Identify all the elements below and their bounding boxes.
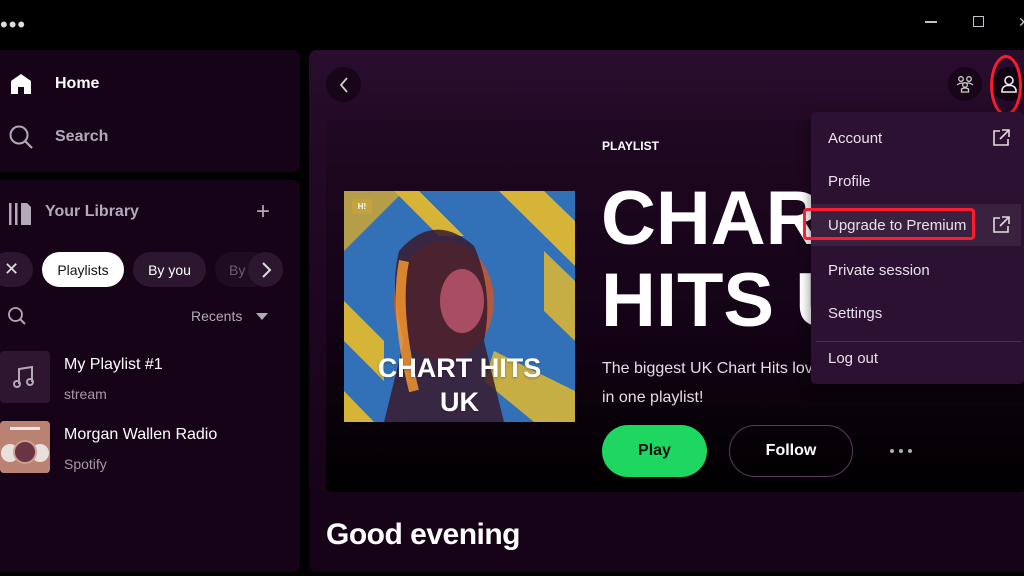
filter-chip-playlists[interactable]: Playlists: [42, 252, 124, 287]
nav-home[interactable]: Home: [8, 69, 99, 99]
dot-icon: [899, 449, 903, 453]
library-item[interactable]: Morgan Wallen Radio Spotify: [0, 421, 290, 477]
music-note-icon: [13, 365, 34, 388]
library-item-title: My Playlist #1: [64, 356, 163, 373]
dot-icon: [890, 449, 894, 453]
menu-item-label: Upgrade to Premium: [828, 216, 967, 234]
external-link-icon: [993, 216, 1010, 233]
home-icon: [8, 71, 34, 97]
menu-item-label: Private session: [828, 261, 930, 279]
menu-item-label: Settings: [828, 304, 883, 322]
library-title[interactable]: Your Library: [45, 203, 139, 221]
search-icon: [8, 124, 34, 150]
library-panel: Your Library + ✕ Playlists By you By Rec…: [0, 180, 300, 572]
follow-button[interactable]: Follow: [729, 425, 853, 477]
nav-search[interactable]: Search: [8, 122, 108, 152]
library-icon[interactable]: [8, 202, 34, 231]
playlist-cover-image: H! CHART HITS UK: [344, 191, 575, 422]
cover-badge: H!: [352, 199, 372, 214]
chevron-right-icon: [261, 261, 271, 278]
more-options-button[interactable]: [881, 438, 921, 464]
menu-item-upgrade-to-premium[interactable]: Upgrade to Premium: [803, 204, 1021, 246]
dot-icon: [908, 449, 912, 453]
back-button[interactable]: [326, 67, 361, 102]
cover-title-line1: CHART HITS: [377, 353, 542, 383]
sort-label: Recents: [191, 308, 243, 324]
nav-home-label: Home: [55, 75, 100, 92]
title-bar: ••• ✕: [0, 0, 1024, 46]
greeting-heading: Good evening: [326, 518, 521, 551]
library-item-title: Morgan Wallen Radio: [64, 426, 218, 443]
menu-item-label: Profile: [828, 172, 871, 190]
library-header: Your Library +: [8, 200, 278, 226]
filter-scroll-right-button[interactable]: [248, 252, 283, 287]
friend-activity-button[interactable]: [948, 67, 982, 101]
sort-dropdown[interactable]: Recents: [191, 308, 269, 324]
app-menu-button[interactable]: •••: [0, 14, 26, 36]
library-item[interactable]: My Playlist #1 stream: [0, 351, 290, 407]
nav-panel: Home Search: [0, 50, 300, 172]
friends-icon: [956, 76, 974, 93]
menu-item-account[interactable]: Account: [811, 117, 1021, 159]
menu-item-private-session[interactable]: Private session: [811, 249, 1021, 291]
menu-item-label: Account: [828, 129, 883, 147]
playlist-type-label: PLAYLIST: [602, 139, 659, 153]
caret-down-icon: [256, 312, 269, 320]
nav-search-label: Search: [55, 128, 109, 145]
artist-collage-thumbnail: [0, 421, 50, 473]
library-search-button[interactable]: [7, 306, 27, 331]
user-profile-button[interactable]: [992, 67, 1024, 101]
account-menu: Account Profile Upgrade to Premium Priva…: [803, 112, 1024, 384]
play-button[interactable]: Play: [602, 425, 707, 477]
create-playlist-button[interactable]: +: [256, 200, 270, 224]
external-link-icon: [993, 129, 1010, 146]
filter-chip-by-you[interactable]: By you: [133, 252, 206, 287]
menu-item-settings[interactable]: Settings: [811, 292, 1021, 334]
menu-item-label: Log out: [828, 349, 879, 367]
cover-title-line2: UK: [440, 387, 479, 417]
maximize-button[interactable]: [973, 16, 984, 27]
menu-item-log-out[interactable]: Log out: [811, 337, 1021, 379]
chevron-left-icon: [339, 76, 348, 93]
playlist-description: The biggest UK Chart Hits love in one pl…: [602, 360, 822, 406]
playlist-thumbnail: [0, 351, 50, 403]
close-window-button[interactable]: ✕: [1018, 14, 1024, 30]
minimize-button[interactable]: [925, 21, 937, 23]
clear-filter-button[interactable]: ✕: [0, 252, 33, 287]
library-item-subtitle: stream: [64, 386, 107, 402]
close-icon: ✕: [3, 259, 20, 279]
search-icon: [8, 307, 26, 325]
menu-item-profile[interactable]: Profile: [811, 160, 1021, 202]
library-item-subtitle: Spotify: [64, 456, 107, 472]
user-icon: [1001, 75, 1017, 93]
